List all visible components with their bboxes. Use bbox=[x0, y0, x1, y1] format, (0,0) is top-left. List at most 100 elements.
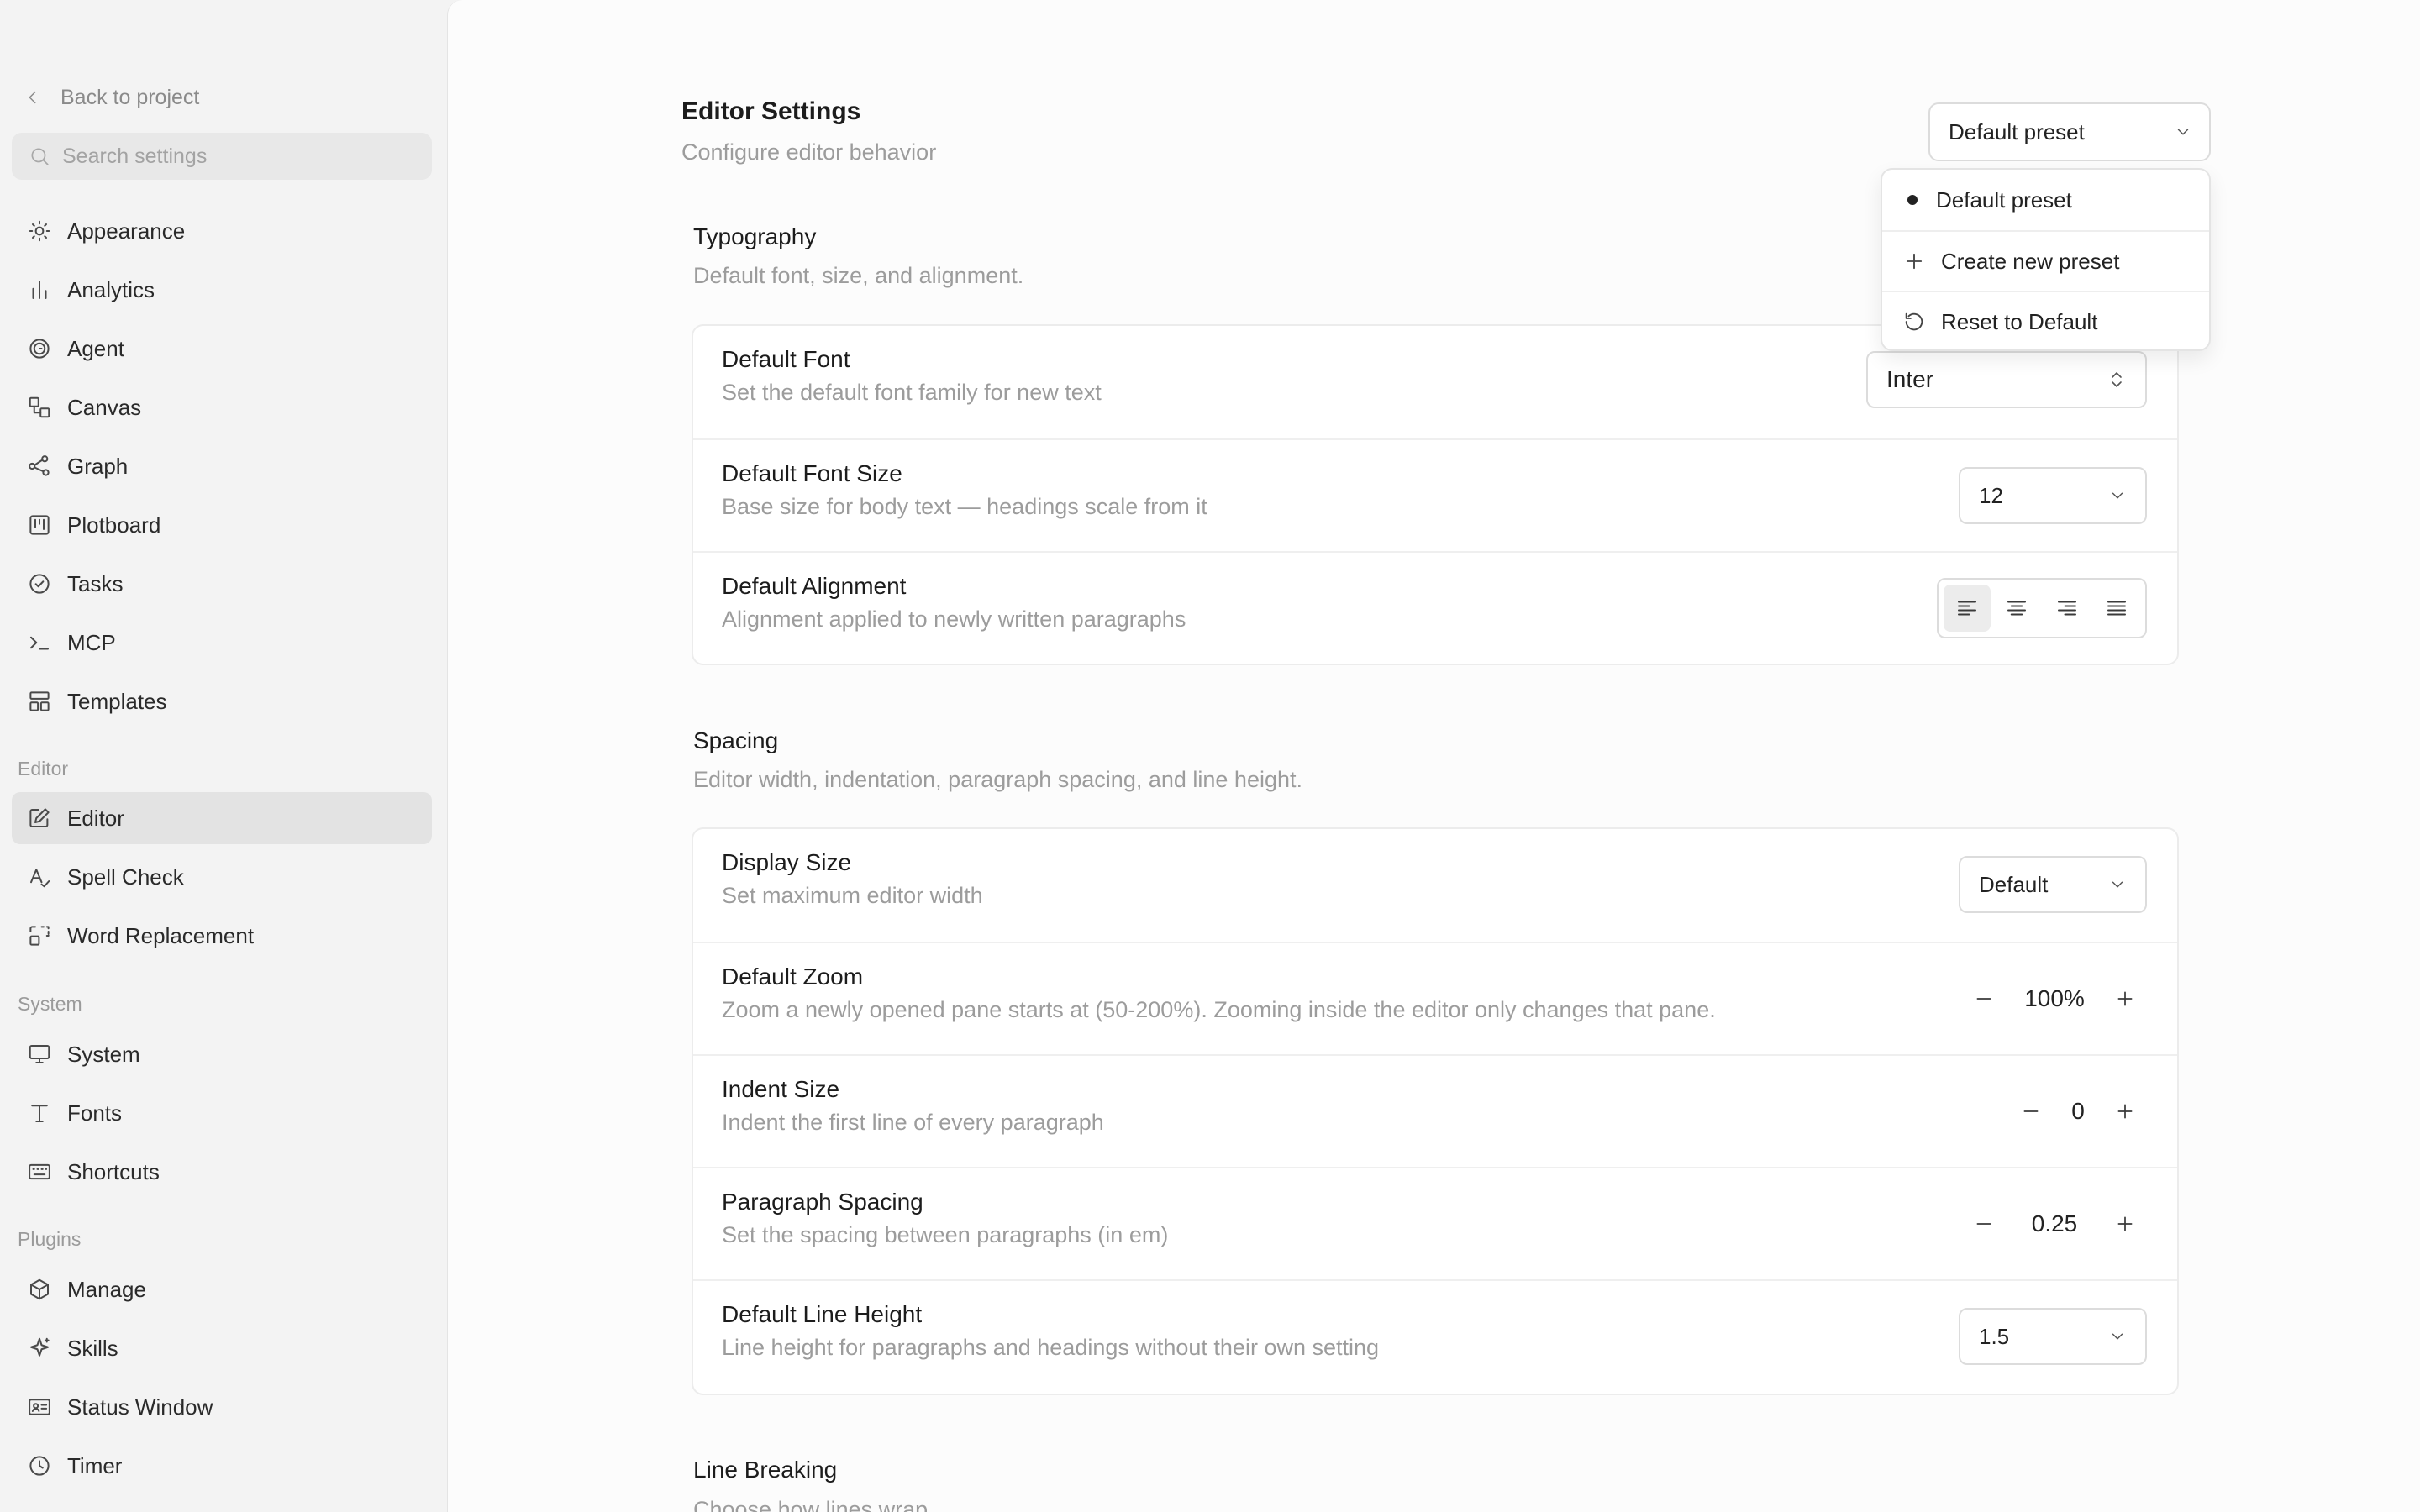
setting-description: Zoom a newly opened pane starts at (50-2… bbox=[722, 997, 1716, 1022]
sidebar-item-templates[interactable]: Templates bbox=[12, 675, 432, 727]
setting-label: Default Zoom bbox=[722, 963, 864, 990]
sidebar-item-label: Manage bbox=[67, 1276, 146, 1302]
search-settings[interactable] bbox=[12, 133, 432, 180]
sidebar-item-shortcuts[interactable]: Shortcuts bbox=[12, 1146, 432, 1198]
reset-icon bbox=[1902, 310, 1926, 333]
paragraph-spacing-increment-button[interactable] bbox=[2108, 1207, 2142, 1241]
sidebar-item-agent[interactable]: Agent bbox=[12, 323, 432, 375]
zoom-increment-button[interactable] bbox=[2108, 982, 2142, 1016]
menu-item-label: Reset to Default bbox=[1941, 308, 2098, 334]
replace-icon bbox=[27, 923, 52, 948]
align-center-icon bbox=[2004, 596, 2029, 621]
sidebar-item-skills[interactable]: Skills bbox=[12, 1322, 432, 1374]
indent-value: 0 bbox=[2071, 1098, 2085, 1124]
clock-icon bbox=[27, 1453, 52, 1478]
chevron-down-icon bbox=[2108, 486, 2127, 505]
sidebar-item-label: System bbox=[67, 1041, 140, 1067]
indent-increment-button[interactable] bbox=[2108, 1095, 2142, 1128]
sidebar-item-analytics[interactable]: Analytics bbox=[12, 264, 432, 316]
sidebar-item-label: Status Window bbox=[67, 1394, 213, 1420]
kanban-icon bbox=[27, 512, 52, 538]
section-desc-typography: Default font, size, and alignment. bbox=[693, 263, 1024, 288]
sidebar-item-manage[interactable]: Manage bbox=[12, 1263, 432, 1315]
type-icon bbox=[27, 1100, 52, 1126]
sidebar-item-tasks[interactable]: Tasks bbox=[12, 558, 432, 610]
setting-description: Line height for paragraphs and headings … bbox=[722, 1335, 1380, 1360]
chevron-down-icon bbox=[2174, 123, 2192, 141]
id-card-icon bbox=[27, 1394, 52, 1420]
search-input[interactable] bbox=[62, 144, 415, 169]
plus-icon bbox=[2114, 988, 2136, 1010]
paragraph-spacing-value: 0.25 bbox=[2031, 1210, 2078, 1236]
setting-description: Set the default font family for new text bbox=[722, 380, 1102, 405]
zoom-decrement-button[interactable] bbox=[1967, 982, 2001, 1016]
font-family-select[interactable]: Inter bbox=[1866, 351, 2147, 408]
sparkle-icon bbox=[27, 1336, 52, 1361]
section-title-spacing: Spacing bbox=[693, 727, 779, 753]
sidebar-item-label: Tasks bbox=[67, 570, 124, 596]
align-right-button[interactable] bbox=[2044, 585, 2091, 632]
setting-label: Paragraph Spacing bbox=[722, 1189, 923, 1215]
page-title: Editor Settings bbox=[681, 97, 861, 125]
paragraph-spacing-decrement-button[interactable] bbox=[1967, 1207, 2001, 1241]
sidebar-item-label: MCP bbox=[67, 629, 116, 655]
align-justify-button[interactable] bbox=[2094, 585, 2141, 632]
font-size-select[interactable]: 12 bbox=[1959, 467, 2147, 524]
menu-item-reset-to-default[interactable]: Reset to Default bbox=[1882, 291, 2209, 351]
sidebar-item-label: Analytics bbox=[67, 276, 155, 302]
sidebar-item-status-window[interactable]: Status Window bbox=[12, 1381, 432, 1433]
spiral-icon bbox=[27, 336, 52, 361]
sidebar-item-timer[interactable]: Timer bbox=[12, 1440, 432, 1492]
section-desc-line-breaking: Choose how lines wrap bbox=[693, 1497, 929, 1512]
preset-dropdown-menu: Default preset Create new preset Reset t… bbox=[1881, 168, 2211, 351]
section-title-line-breaking: Line Breaking bbox=[693, 1457, 838, 1483]
align-right-icon bbox=[2054, 596, 2080, 621]
section-label-editor: Editor bbox=[18, 758, 69, 780]
setting-label: Default Font bbox=[722, 346, 850, 372]
sidebar-item-label: Appearance bbox=[67, 218, 186, 244]
font-size-value: 12 bbox=[1979, 482, 2003, 508]
menu-item-label: Create new preset bbox=[1941, 248, 2120, 274]
setting-row-default-zoom: Default Zoom Zoom a newly opened pane st… bbox=[693, 942, 2177, 1054]
spacing-card: Display Size Set maximum editor width De… bbox=[692, 827, 2179, 1395]
sidebar-item-mcp[interactable]: MCP bbox=[12, 617, 432, 669]
sidebar-item-label: Word Replacement bbox=[67, 922, 255, 948]
line-height-select[interactable]: 1.5 bbox=[1959, 1308, 2147, 1365]
preset-select[interactable]: Default preset bbox=[1928, 102, 2211, 161]
zoom-value: 100% bbox=[2024, 985, 2085, 1011]
minus-icon bbox=[2020, 1100, 2042, 1122]
align-center-button[interactable] bbox=[1994, 585, 2041, 632]
sidebar-item-word-replacement[interactable]: Word Replacement bbox=[12, 910, 432, 962]
back-to-project-link[interactable]: Back to project bbox=[24, 81, 199, 114]
sidebar-item-appearance[interactable]: Appearance bbox=[12, 205, 432, 257]
menu-item-default-preset[interactable]: Default preset bbox=[1882, 170, 2209, 230]
spell-check-icon bbox=[27, 864, 52, 890]
setting-description: Set maximum editor width bbox=[722, 883, 983, 908]
display-size-select[interactable]: Default bbox=[1959, 856, 2147, 913]
sidebar-item-label: Shortcuts bbox=[67, 1158, 160, 1184]
chevron-down-icon bbox=[2108, 1327, 2127, 1346]
minus-icon bbox=[1973, 1213, 1995, 1235]
align-left-icon bbox=[1954, 596, 1980, 621]
sidebar-item-editor[interactable]: Editor bbox=[12, 792, 432, 844]
indent-decrement-button[interactable] bbox=[2014, 1095, 2048, 1128]
setting-row-paragraph-spacing: Paragraph Spacing Set the spacing betwee… bbox=[693, 1167, 2177, 1279]
setting-row-display-size: Display Size Set maximum editor width De… bbox=[693, 829, 2177, 942]
edit-icon bbox=[27, 806, 52, 831]
section-label-system: System bbox=[18, 993, 82, 1015]
sidebar-item-label: Spell Check bbox=[67, 864, 184, 890]
chevron-left-icon bbox=[24, 88, 42, 107]
sidebar-item-spell-check[interactable]: Spell Check bbox=[12, 851, 432, 903]
sidebar-item-plotboard[interactable]: Plotboard bbox=[12, 499, 432, 551]
zoom-stepper: 100% bbox=[1967, 969, 2142, 1029]
align-left-button[interactable] bbox=[1944, 585, 1991, 632]
sidebar-item-system[interactable]: System bbox=[12, 1028, 432, 1080]
check-circle-icon bbox=[27, 571, 52, 596]
sidebar-item-graph[interactable]: Graph bbox=[12, 440, 432, 492]
settings-sidebar: Back to project Appearance Analytics Age… bbox=[0, 0, 447, 1512]
setting-description: Base size for body text — headings scale… bbox=[722, 494, 1207, 519]
sidebar-item-label: Skills bbox=[67, 1335, 118, 1361]
menu-item-create-new-preset[interactable]: Create new preset bbox=[1882, 230, 2209, 291]
sidebar-item-canvas[interactable]: Canvas bbox=[12, 381, 432, 433]
sidebar-item-fonts[interactable]: Fonts bbox=[12, 1087, 432, 1139]
